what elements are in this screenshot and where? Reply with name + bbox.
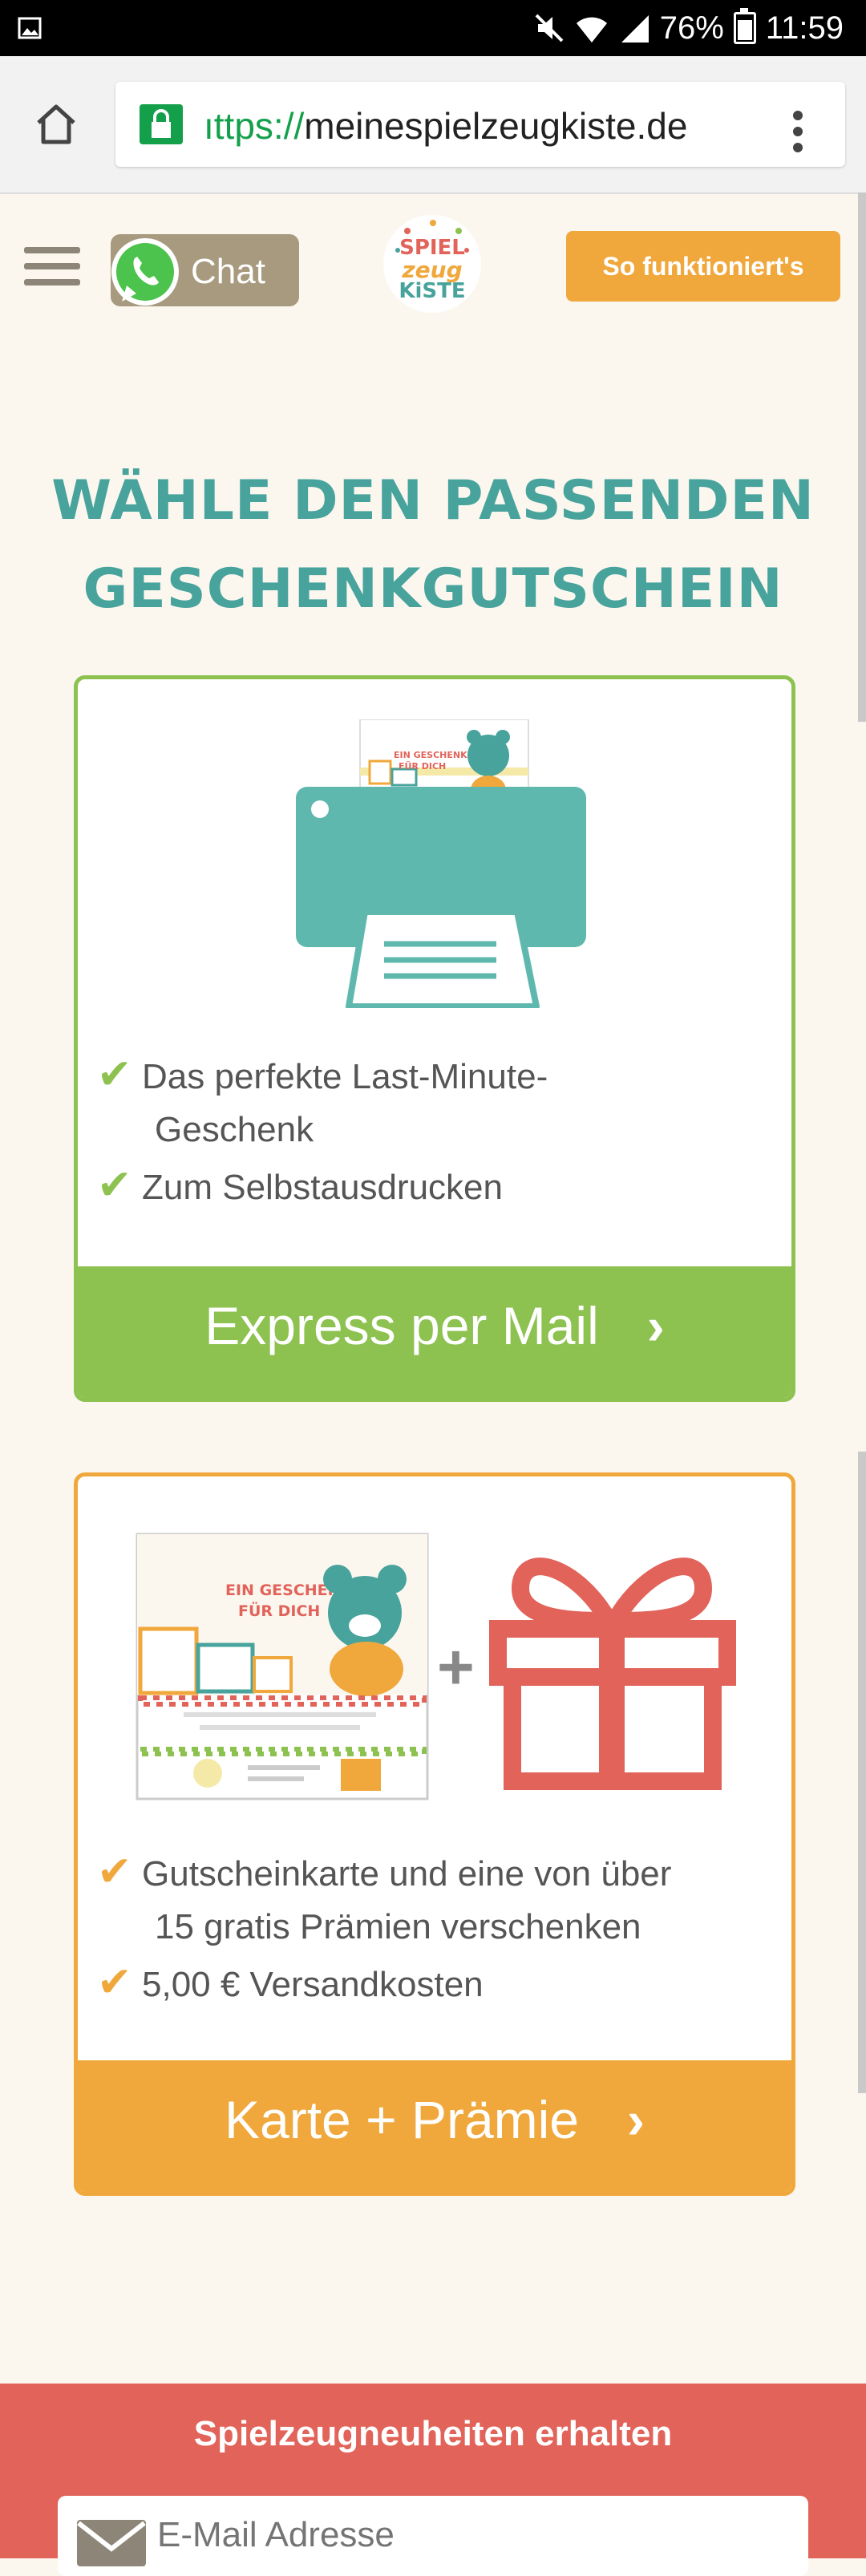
chevron-right-icon: › xyxy=(646,1296,665,1355)
url-text: ıttps://meinespielzeugkiste.de xyxy=(204,105,688,147)
wifi-icon xyxy=(576,17,607,43)
content-scrollbar[interactable] xyxy=(858,1452,866,2093)
card-plus-gift-button-label: Karte + Prämie xyxy=(224,2090,580,2149)
status-bar: 76% 11:59 xyxy=(0,0,866,56)
mute-icon xyxy=(535,14,564,43)
plus-sign: + xyxy=(437,1631,475,1703)
image-icon xyxy=(18,17,42,39)
page-scrollbar[interactable] xyxy=(858,192,866,722)
voucher-card-illustration: EIN GESCHENK FÜR DICH xyxy=(136,1533,429,1800)
more-options-icon[interactable] xyxy=(782,106,814,170)
chat-label: Chat xyxy=(191,252,265,291)
site-logo[interactable]: SPIEL zeug KiSTE xyxy=(383,215,481,313)
voucher-text-2: FÜR DICH xyxy=(238,1601,320,1620)
checkmark-icon: ✔ xyxy=(97,1849,132,1895)
feature-item: ✔ 5,00 € Versandkosten xyxy=(97,1956,484,2011)
checkmark-icon: ✔ xyxy=(97,1051,132,1098)
battery-icon xyxy=(733,8,756,44)
express-button-label: Express per Mail xyxy=(204,1296,599,1355)
envelope-icon xyxy=(77,2520,146,2566)
gift-icon xyxy=(489,1557,736,1790)
printer-illustration: EIN GESCHENK FÜR DICH xyxy=(296,719,586,1008)
chat-button[interactable]: Chat xyxy=(111,234,299,306)
whatsapp-icon xyxy=(111,238,179,306)
page-title: WÄHLE DEN PASSENDEN GESCHENKGUTSCHEIN xyxy=(0,457,866,634)
page-title-line1: WÄHLE DEN PASSENDEN xyxy=(51,469,815,533)
feature-item: ✔ Zum Selbstausdrucken xyxy=(97,1159,503,1214)
feature-item: ✔ Gutscheinkarte und eine von über 15 gra… xyxy=(97,1845,671,1954)
newsletter-title: Spielzeugneuheiten erhalten xyxy=(193,2414,673,2453)
feature-item: ✔ Das perfekte Last-Minute- Geschenk xyxy=(97,1048,548,1156)
lock-icon xyxy=(140,104,183,144)
email-field-container xyxy=(58,2496,808,2576)
hamburger-menu-icon[interactable] xyxy=(24,247,80,286)
how-it-works-button[interactable]: So funktioniert's xyxy=(566,231,840,302)
voucher-card-express: EIN GESCHENK FÜR DICH ✔ Das perfekte Last… xyxy=(74,675,795,1402)
clock: 11:59 xyxy=(765,10,844,46)
logo-text-kiste: KiSTE xyxy=(399,279,466,303)
chevron-right-icon: › xyxy=(627,2090,645,2149)
mini-card-text-2: FÜR DICH xyxy=(399,760,446,772)
browser-toolbar: ıttps://meinespielzeugkiste.de xyxy=(0,56,866,194)
battery-percent: 76% xyxy=(659,10,724,46)
newsletter-section: Spielzeugneuheiten erhalten xyxy=(0,2384,866,2576)
home-icon[interactable] xyxy=(32,100,80,148)
mini-card-text-1: EIN GESCHENK xyxy=(394,750,467,760)
checkmark-icon: ✔ xyxy=(97,1162,132,1209)
address-bar[interactable]: ıttps://meinespielzeugkiste.de xyxy=(115,82,845,167)
express-per-mail-button[interactable]: Express per Mail › xyxy=(78,1266,791,1398)
card-plus-gift-button[interactable]: Karte + Prämie › xyxy=(78,2060,791,2192)
email-input[interactable] xyxy=(156,2510,784,2560)
voucher-card-card-plus-gift: EIN GESCHENK FÜR DICH + ✔ Gutscheinkarte … xyxy=(74,1472,795,2196)
page-title-line2: GESCHENKGUTSCHEIN xyxy=(83,557,783,621)
checkmark-icon: ✔ xyxy=(97,1959,132,2006)
signal-icon xyxy=(621,15,649,43)
